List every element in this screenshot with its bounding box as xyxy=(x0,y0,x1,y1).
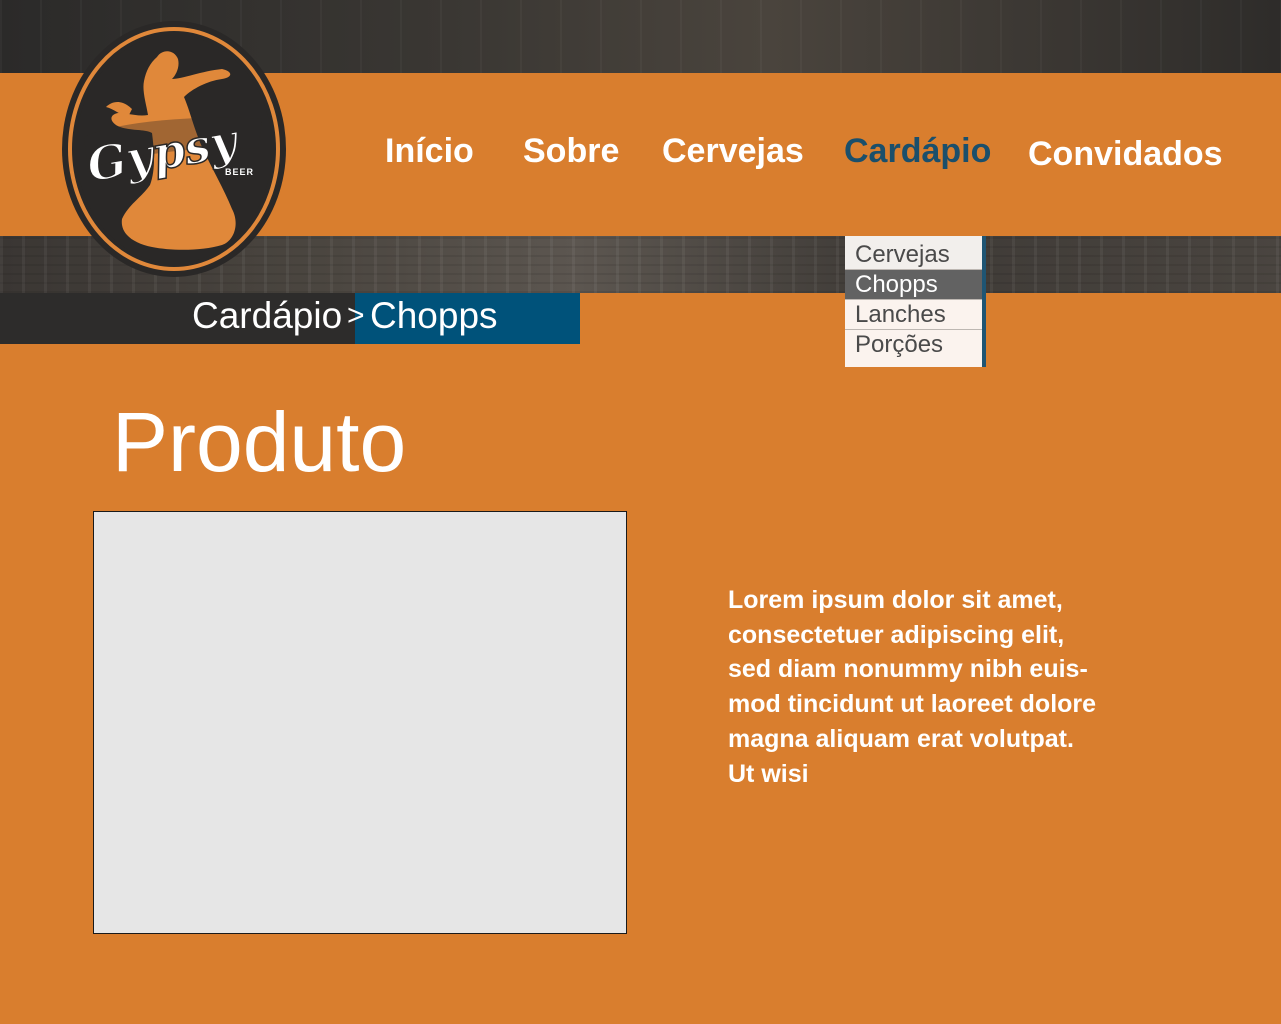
nav-item-sobre[interactable]: Sobre xyxy=(523,132,619,171)
product-description: Lorem ipsum dolor sit amet, consectetuer… xyxy=(728,583,1168,791)
breadcrumb-separator: > xyxy=(347,299,365,332)
description-line: consectetuer adipiscing elit, xyxy=(728,620,1065,649)
nav-item-convidados[interactable]: Convidados xyxy=(1028,135,1223,174)
nav-item-cervejas[interactable]: Cervejas xyxy=(662,132,804,171)
description-line: mod tincidunt ut laoreet dolore xyxy=(728,690,1097,719)
nav-item-inicio[interactable]: Início xyxy=(385,132,474,171)
page-title: Produto xyxy=(112,395,407,489)
dropdown-item-cervejas[interactable]: Cervejas xyxy=(845,236,982,270)
dropdown-item-lanches[interactable]: Lanches xyxy=(845,300,982,330)
svg-text:BEER: BEER xyxy=(225,167,254,177)
breadcrumb: Cardápio > Chopps xyxy=(0,293,580,344)
description-line: Lorem ipsum dolor sit amet, xyxy=(728,586,1063,614)
logo-emblem-icon: Gypsy BEER xyxy=(62,21,286,277)
cardapio-dropdown-menu: Cervejas Chopps Lanches Porções xyxy=(845,236,986,367)
dropdown-item-chopps[interactable]: Chopps xyxy=(845,270,982,300)
dropdown-item-porcoes[interactable]: Porções xyxy=(845,330,982,360)
breadcrumb-parent[interactable]: Cardápio xyxy=(192,293,342,344)
description-line: sed diam nonummy nibh euis- xyxy=(728,655,1088,684)
product-image-placeholder xyxy=(93,511,627,934)
gypsy-beer-logo[interactable]: Gypsy BEER xyxy=(62,19,287,279)
breadcrumb-current: Chopps xyxy=(370,295,498,336)
description-line: Ut wisi xyxy=(728,759,809,788)
description-line: magna aliquam erat volutpat. xyxy=(728,724,1074,753)
nav-item-cardapio[interactable]: Cardápio xyxy=(844,132,991,171)
